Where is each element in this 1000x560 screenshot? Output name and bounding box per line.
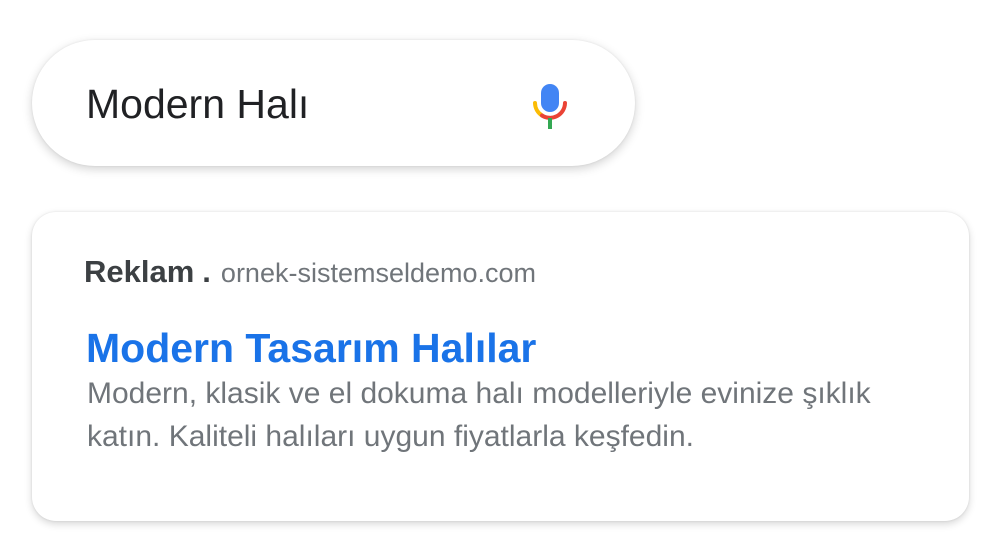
voice-search-button[interactable] xyxy=(532,74,568,130)
search-bar xyxy=(32,40,635,166)
search-input[interactable] xyxy=(86,76,506,132)
ad-label: Reklam xyxy=(84,254,195,289)
microphone-icon xyxy=(533,84,567,129)
ad-display-url[interactable]: ornek-sistemseldemo.com xyxy=(221,258,536,288)
ad-separator: . xyxy=(202,254,211,289)
ad-meta-line: Reklam. ornek-sistemseldemo.com xyxy=(84,252,536,292)
ad-description: Modern, klasik ve el dokuma halı modelle… xyxy=(87,377,871,453)
ad-result-card: Reklam. ornek-sistemseldemo.com Modern Ta… xyxy=(32,212,969,521)
ad-title-link[interactable]: Modern Tasarım Halılar xyxy=(86,322,536,374)
